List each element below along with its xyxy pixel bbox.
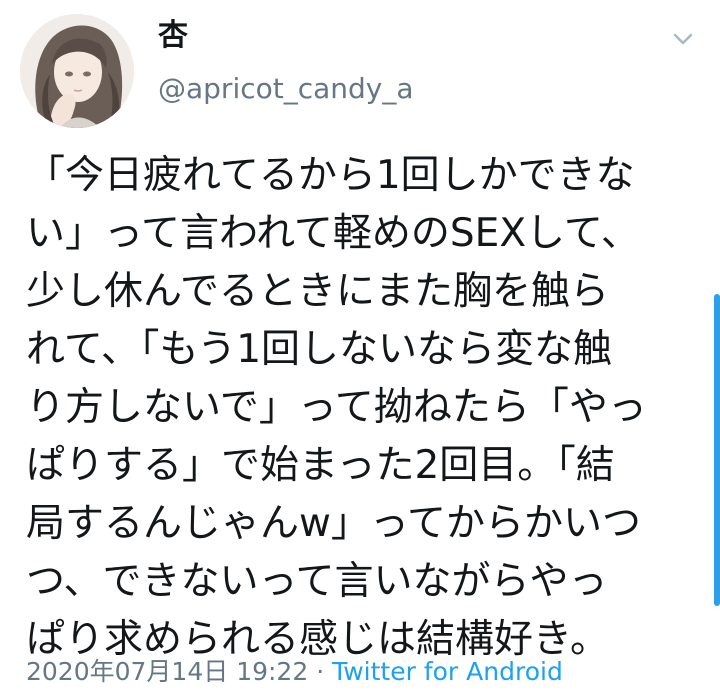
tweet-text-line: り方しないで」って拗ねたら「やっ — [26, 385, 647, 430]
tweet-timestamp[interactable]: 2020年07月14日 19:22 — [26, 657, 308, 686]
tweet-text-line: つ、できないって言いながらやっ — [26, 559, 608, 604]
tweet-text: 「今日疲れてるから1回しかできな い」って言われて軽めのSEXして、 少し休んで… — [26, 147, 706, 669]
avatar[interactable] — [20, 14, 134, 128]
tweet-text-line: 局するんじゃんw」ってからかいつ — [26, 501, 641, 546]
display-name[interactable]: 杏 — [158, 18, 188, 54]
scrollbar[interactable] — [714, 294, 720, 606]
tweet-source-link[interactable]: Twitter for Android — [332, 657, 563, 686]
tweet-text-line: い」って言われて軽めのSEXして、 — [26, 211, 640, 256]
meta-separator: · — [308, 657, 333, 686]
chevron-down-icon[interactable] — [672, 28, 694, 50]
tweet-text-line: 少し休んでるときにまた胸を触ら — [26, 269, 610, 314]
tweet-text-line: ぱりする」で始まった2回目。「結 — [26, 443, 615, 488]
tweet-card: 杏 @apricot_candy_a 「今日疲れてるから1回しかできな い」って… — [0, 0, 720, 695]
tweet-meta: 2020年07月14日 19:22 · Twitter for Android — [26, 656, 563, 688]
tweet-text-line: れて、「もう1回しないなら変な触 — [26, 327, 613, 372]
user-handle[interactable]: @apricot_candy_a — [158, 72, 414, 106]
tweet-text-line: 「今日疲れてるから1回しかできな — [26, 153, 635, 198]
avatar-illustration — [20, 14, 134, 128]
